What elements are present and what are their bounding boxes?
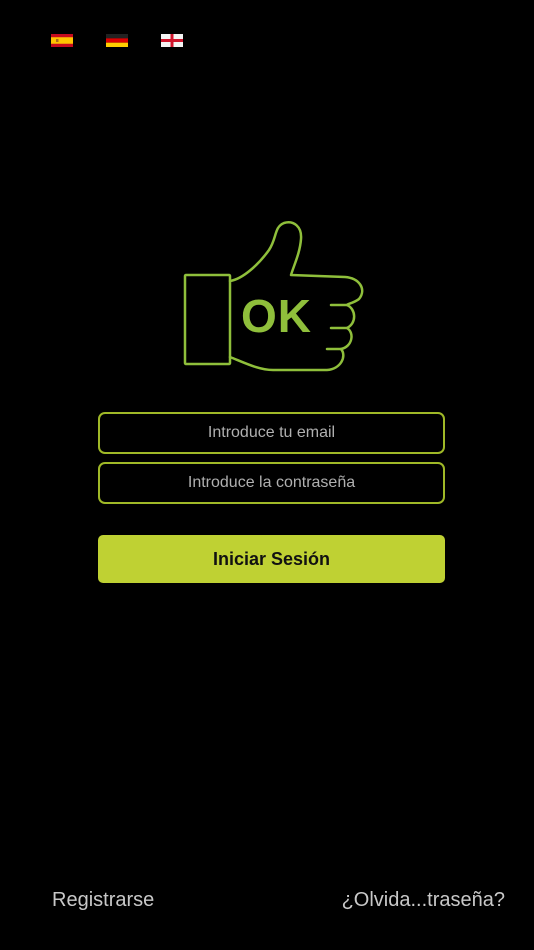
password-field[interactable] (98, 462, 445, 504)
england-flag-icon[interactable] (161, 34, 183, 47)
forgot-password-link[interactable]: ¿Olvida...traseña? (342, 889, 505, 912)
spain-flag-icon[interactable] (51, 34, 73, 47)
language-selector (51, 34, 183, 47)
login-button[interactable]: Iniciar Sesión (98, 535, 445, 583)
germany-flag-icon[interactable] (106, 34, 128, 47)
app-logo: OK (181, 219, 367, 375)
logo-text: OK (241, 290, 312, 342)
register-link[interactable]: Registrarse (52, 889, 154, 912)
email-field[interactable] (98, 412, 445, 454)
